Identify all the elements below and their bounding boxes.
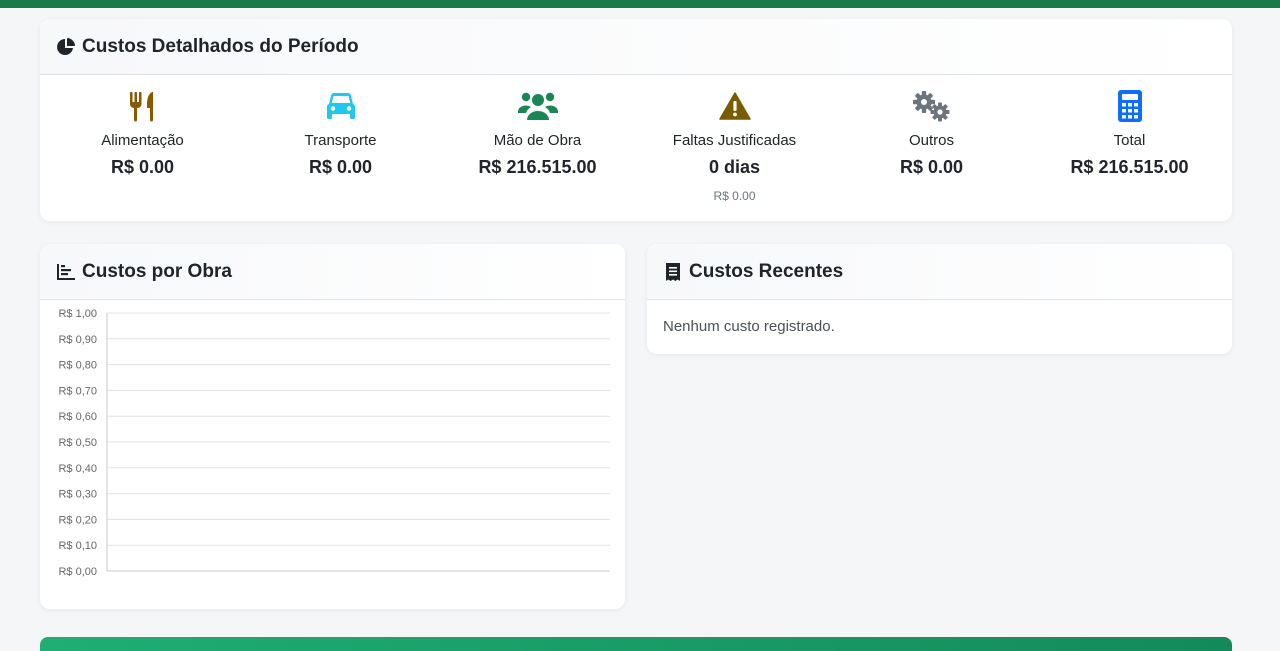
costs-by-project-chart: R$ 1,00 R$ 0,90 R$ 0,80 R$ 0,70 R$ 0,60 R$ 0,… <box>40 301 625 609</box>
cost-summary-row: Alimentação R$ 0.00 Transporte R$ 0.00 M… <box>40 76 1232 221</box>
recent-costs-card: Custos Recentes Nenhum custo registrado. <box>647 244 1232 354</box>
car-icon <box>242 88 439 124</box>
y-tick-label: R$ 0,80 <box>58 360 97 372</box>
cost-value: R$ 216.515.00 <box>1070 157 1189 177</box>
pie-chart-icon <box>56 37 76 57</box>
costs-by-project-title: Custos por Obra <box>82 260 232 282</box>
cost-subvalue: R$ 0.00 <box>713 189 756 203</box>
chart-svg: R$ 1,00 R$ 0,90 R$ 0,80 R$ 0,70 R$ 0,60 R$ 0,… <box>58 308 610 578</box>
cost-label: Faltas Justificadas <box>672 132 797 149</box>
cost-label: Transporte <box>304 132 377 149</box>
cost-value: R$ 216.515.00 <box>478 157 597 177</box>
users-icon <box>439 88 636 124</box>
y-tick-label: R$ 0,40 <box>58 463 97 475</box>
warning-icon <box>636 88 833 124</box>
recent-costs-empty-message: Nenhum custo registrado. <box>663 318 835 335</box>
y-tick-label: R$ 0,30 <box>58 489 97 501</box>
top-accent-bar <box>0 0 1280 8</box>
y-tick-label: R$ 0,60 <box>58 411 97 423</box>
y-tick-label: R$ 0,10 <box>58 540 97 552</box>
costs-detail-header: Custos Detalhados do Período <box>40 19 1232 75</box>
cost-value: R$ 0.00 <box>899 157 964 177</box>
calculator-icon <box>1031 88 1228 124</box>
recent-costs-header: Custos Recentes <box>647 244 1232 300</box>
cost-label: Total <box>1113 132 1146 149</box>
cost-item-transport: Transporte R$ 0.00 <box>242 76 439 178</box>
y-tick-label: R$ 1,00 <box>58 308 97 320</box>
costs-by-project-card: Custos por Obra R$ 1,00 R$ 0,90 R$ 0,80 R$ … <box>40 244 625 609</box>
cost-value: R$ 0.00 <box>110 157 175 177</box>
recent-costs-title: Custos Recentes <box>689 260 844 282</box>
costs-detail-title: Custos Detalhados do Período <box>82 35 359 57</box>
cost-value: 0 dias <box>708 157 761 177</box>
cost-value: R$ 0.00 <box>308 157 373 177</box>
costs-detail-card: Custos Detalhados do Período Alimentação… <box>40 19 1232 221</box>
cost-item-labor: Mão de Obra R$ 216.515.00 <box>439 76 636 178</box>
y-tick-label: R$ 0,50 <box>58 437 97 449</box>
y-tick-label: R$ 0,00 <box>58 566 97 578</box>
cost-label: Alimentação <box>101 132 184 149</box>
y-tick-label: R$ 0,20 <box>58 514 97 526</box>
costs-by-project-header: Custos por Obra <box>40 244 625 300</box>
receipt-icon <box>663 262 683 282</box>
cost-item-others: Outros R$ 0.00 <box>833 76 1030 178</box>
bottom-card-header <box>40 637 1232 651</box>
cost-label: Mão de Obra <box>493 132 582 149</box>
y-tick-label: R$ 0,70 <box>58 385 97 397</box>
cost-item-total: Total R$ 216.515.00 <box>1031 76 1228 178</box>
utensils-icon <box>44 88 241 124</box>
chart-bar-icon <box>56 262 76 282</box>
y-tick-label: R$ 0,90 <box>58 334 97 346</box>
cost-label: Outros <box>908 132 954 149</box>
cost-item-food: Alimentação R$ 0.00 <box>44 76 241 178</box>
cost-item-absences: Faltas Justificadas 0 dias R$ 0.00 <box>636 76 833 203</box>
gears-icon <box>833 88 1030 124</box>
